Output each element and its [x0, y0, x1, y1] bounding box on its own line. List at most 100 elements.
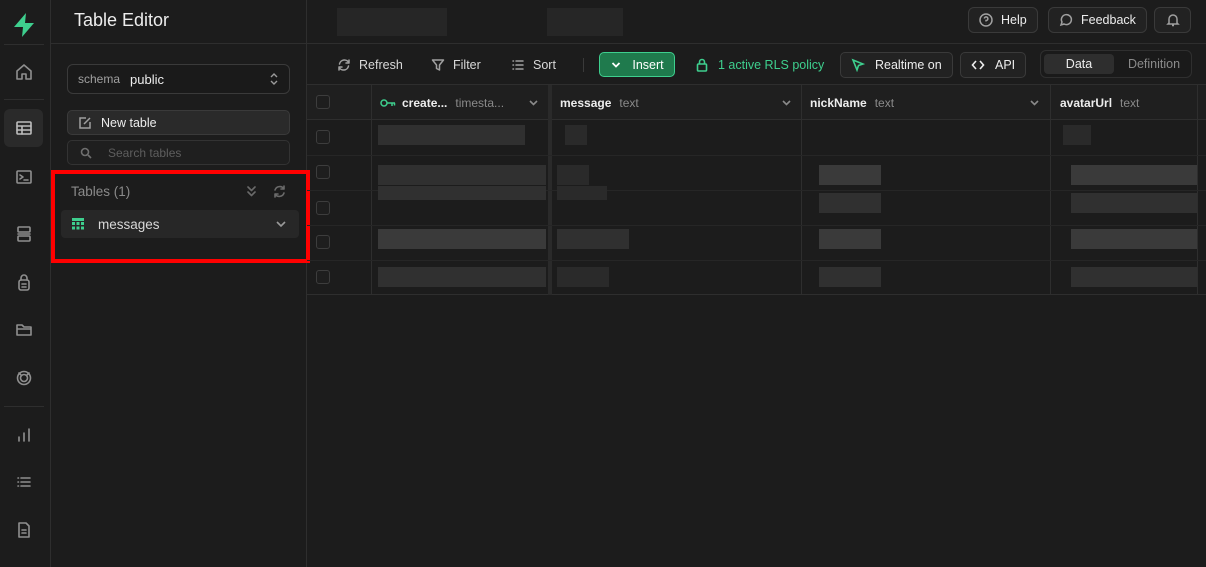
column-type: text: [619, 95, 639, 110]
rail-auth[interactable]: [4, 264, 43, 302]
chevron-down-icon[interactable]: [1029, 97, 1040, 108]
row-checkbox[interactable]: [316, 130, 330, 144]
new-table-label: New table: [101, 115, 157, 130]
select-all-checkbox[interactable]: [316, 95, 330, 109]
rail-realtime[interactable]: [4, 359, 43, 397]
schema-select[interactable]: schema public: [67, 64, 290, 94]
rail-divider: [4, 44, 44, 45]
rail-divider: [4, 406, 44, 407]
filter-button[interactable]: Filter: [423, 52, 489, 78]
redacted-cell: [378, 165, 546, 185]
rail-database[interactable]: [4, 215, 43, 253]
table-toolbar: Refresh Filter Sort Insert 1 active RLS …: [307, 44, 1206, 85]
rls-policy-link[interactable]: 1 active RLS policy: [695, 52, 824, 78]
feedback-label: Feedback: [1081, 13, 1136, 27]
lock-icon: [696, 58, 708, 72]
help-button[interactable]: Help: [968, 7, 1038, 33]
table-editor-icon: [15, 121, 32, 135]
auth-icon: [17, 274, 30, 291]
rail-reports[interactable]: [4, 416, 43, 454]
api-button[interactable]: API: [960, 52, 1027, 78]
insert-label: Insert: [632, 57, 664, 72]
nav-rail: [0, 0, 51, 567]
view-toggle: Data Definition: [1040, 50, 1192, 78]
row-divider: [307, 260, 1206, 261]
row-checkbox[interactable]: [316, 201, 330, 215]
column-header-message[interactable]: message text: [552, 85, 802, 120]
search-placeholder: Search tables: [108, 145, 182, 160]
redacted-cell: [557, 267, 609, 287]
sort-button[interactable]: Sort: [503, 52, 564, 78]
rail-table-editor[interactable]: [4, 109, 43, 147]
column-type: text: [874, 95, 895, 110]
row-checkbox[interactable]: [316, 165, 330, 179]
redacted-cell: [1071, 267, 1197, 287]
refresh-button[interactable]: Refresh: [329, 52, 411, 78]
message-icon: [1059, 13, 1073, 27]
schema-value: public: [130, 71, 164, 87]
help-icon: [979, 13, 993, 27]
column-header-created-at[interactable]: create... timesta...: [371, 85, 549, 120]
rail-storage[interactable]: [4, 310, 43, 348]
sidebar-header: Table Editor: [51, 0, 307, 44]
column-name: message: [560, 95, 612, 110]
redacted-cell: [1071, 229, 1197, 249]
data-grid: create... timesta... message text nickNa…: [307, 85, 1206, 295]
rail-home[interactable]: [4, 53, 43, 91]
redacted-cell: [378, 186, 546, 200]
sort-label: Sort: [533, 58, 556, 72]
rail-sql-editor[interactable]: [4, 158, 43, 196]
highlight-box: [51, 170, 310, 263]
sql-editor-icon: [15, 170, 32, 184]
realtime-button[interactable]: Realtime on: [840, 52, 953, 78]
grid-header: create... timesta... message text nickNa…: [307, 85, 1206, 120]
redacted-cell: [557, 165, 589, 185]
notifications-button[interactable]: [1154, 7, 1191, 33]
redacted-cell: [819, 165, 881, 185]
reports-icon: [17, 428, 30, 442]
rail-docs[interactable]: [4, 511, 43, 549]
page-title: Table Editor: [74, 10, 170, 30]
redacted-cell: [1071, 193, 1197, 213]
code-icon: [971, 60, 985, 70]
rail-divider: [4, 99, 44, 100]
realtime-icon: [16, 370, 31, 386]
row-checkbox[interactable]: [316, 270, 330, 284]
tab-definition[interactable]: Definition: [1119, 54, 1189, 74]
insert-button[interactable]: Insert: [599, 52, 675, 77]
column-header-nickname[interactable]: nickName text: [802, 85, 1050, 120]
schema-label: schema: [78, 72, 121, 86]
redacted-cell: [378, 267, 546, 287]
supabase-logo[interactable]: [11, 12, 37, 38]
cursor-icon: [851, 58, 865, 72]
help-label: Help: [1001, 13, 1027, 27]
logs-icon: [16, 477, 31, 487]
row-checkbox[interactable]: [316, 235, 330, 249]
top-bar: Help Feedback: [307, 0, 1206, 44]
redacted-cell: [557, 229, 629, 249]
column-type: text: [1120, 95, 1140, 110]
bell-icon: [1165, 14, 1180, 27]
new-table-button[interactable]: New table: [67, 110, 290, 135]
rls-label: 1 active RLS policy: [718, 58, 825, 72]
refresh-icon: [338, 59, 350, 71]
redacted-cell: [819, 267, 881, 287]
chevron-down-icon: [612, 61, 621, 68]
rail-logs[interactable]: [4, 463, 43, 501]
column-name: create...: [402, 95, 448, 110]
chevron-down-icon[interactable]: [528, 97, 539, 108]
feedback-button[interactable]: Feedback: [1048, 7, 1147, 33]
docs-icon: [17, 522, 30, 538]
updown-chevron-icon: [270, 73, 278, 85]
search-tables-input[interactable]: Search tables: [67, 140, 290, 165]
filter-icon: [431, 59, 445, 71]
table-editor-sidebar: Table Editor schema public New table Sea…: [51, 0, 307, 567]
chevron-down-icon[interactable]: [781, 97, 792, 108]
column-header-avatar-url[interactable]: avatarUrl text: [1051, 85, 1201, 120]
filter-label: Filter: [453, 58, 481, 72]
redacted-cell: [819, 193, 881, 213]
redacted-breadcrumb: [547, 8, 623, 36]
refresh-label: Refresh: [359, 58, 403, 72]
redacted-cell: [1063, 125, 1091, 145]
tab-data[interactable]: Data: [1044, 54, 1114, 74]
